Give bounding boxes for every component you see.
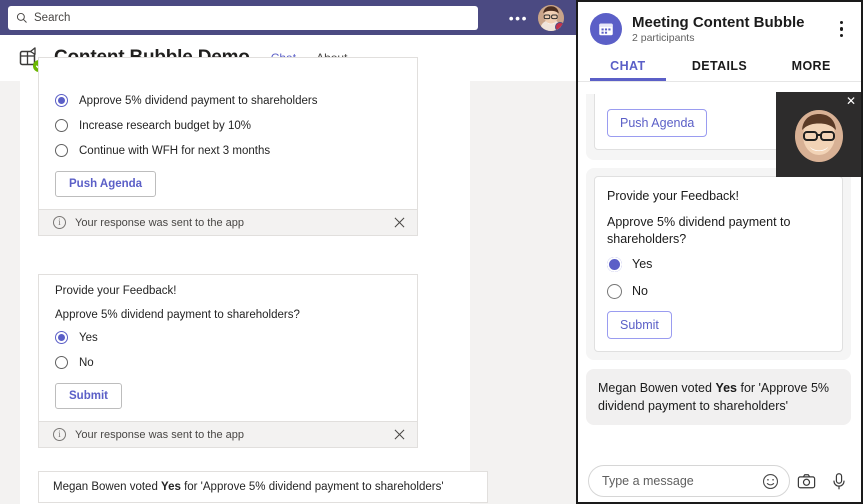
feedback-card-body: Provide your Feedback! Approve 5% divide… (39, 275, 417, 421)
tab-more[interactable]: MORE (765, 53, 857, 81)
microphone-icon[interactable] (823, 472, 855, 491)
agenda-card: Approve 5% dividend payment to sharehold… (38, 57, 418, 236)
close-icon[interactable] (394, 429, 405, 440)
kebab-dot (839, 27, 843, 31)
feedback-notice-text: Your response was sent to the app (75, 428, 244, 441)
tab-chat[interactable]: CHAT (582, 53, 674, 81)
feedback-option-label: No (79, 356, 94, 369)
agenda-option-label: Approve 5% dividend payment to sharehold… (79, 94, 318, 107)
message-compose-bar: Type a message (578, 460, 861, 502)
feedback-question: Approve 5% dividend payment to sharehold… (55, 309, 300, 321)
agenda-notice-bar: i Your response was sent to the app (39, 209, 417, 235)
vote-system-message: Megan Bowen voted Yes for 'Approve 5% di… (586, 368, 851, 425)
chat-column: Approve 5% dividend payment to sharehold… (20, 57, 576, 504)
radio-icon[interactable] (55, 144, 68, 157)
radio-icon[interactable] (607, 283, 622, 299)
more-options-button[interactable]: ••• (509, 11, 528, 25)
teams-mobile-window: Meeting Content Bubble 2 participants CH… (578, 0, 863, 504)
desktop-content-area: Approve 5% dividend payment to sharehold… (0, 57, 576, 504)
submit-button[interactable]: Submit (55, 383, 122, 409)
meeting-title-block: Meeting Content Bubble 2 participants (632, 14, 805, 44)
self-video-overlay[interactable]: ✕ (776, 92, 861, 177)
camera-glyph (797, 473, 816, 488)
close-icon[interactable] (394, 217, 405, 228)
teams-desktop-window: Search ••• Approve 5% dividend payment t… (0, 0, 578, 504)
screenshot-root: Search ••• Approve 5% dividend payment t… (0, 0, 863, 504)
feedback-title: Provide your Feedback! (607, 189, 740, 203)
agenda-notice-text: Your response was sent to the app (75, 216, 244, 229)
feedback-bubble: Provide your Feedback! Approve 5% divide… (586, 168, 851, 360)
message-placeholder: Type a message (602, 474, 694, 488)
self-video-avatar (794, 109, 843, 162)
feedback-option-label: Yes (632, 257, 653, 272)
kebab-menu-icon[interactable] (834, 17, 850, 42)
vote-message-value: Yes (715, 380, 738, 395)
mobile-tabs: CHAT DETAILS MORE (578, 53, 861, 81)
feedback-option-label: No (632, 284, 648, 299)
submit-button[interactable]: Submit (607, 310, 672, 339)
agenda-option-label: Increase research budget by 10% (79, 119, 251, 132)
meeting-avatar (590, 13, 622, 45)
vote-message-prefix: Megan Bowen voted (53, 481, 162, 493)
tabs-divider (578, 81, 861, 82)
meeting-title: Meeting Content Bubble (632, 13, 805, 31)
vote-message-suffix: for 'Approve 5% dividend payment to shar… (180, 481, 444, 493)
tab-details[interactable]: DETAILS (674, 53, 766, 81)
kebab-dot (839, 20, 843, 25)
vote-message-value: Yes (161, 481, 181, 493)
feedback-option-no[interactable]: No (607, 283, 830, 299)
search-icon (16, 12, 27, 23)
title-bar-actions: ••• (509, 4, 568, 31)
radio-icon[interactable] (55, 94, 68, 107)
feedback-title: Provide your Feedback! (55, 285, 177, 297)
info-icon: i (53, 216, 66, 229)
push-agenda-button[interactable]: Push Agenda (607, 109, 708, 137)
left-rail (0, 81, 20, 504)
message-input[interactable]: Type a message (588, 465, 790, 497)
mic-glyph (833, 472, 845, 489)
feedback-card: Provide your Feedback! Approve 5% divide… (38, 274, 418, 448)
calendar-icon (599, 23, 613, 36)
mobile-header: Meeting Content Bubble 2 participants (578, 2, 861, 53)
feedback-question: Approve 5% dividend payment to sharehold… (607, 214, 791, 246)
radio-icon[interactable] (55, 356, 68, 369)
agenda-option-2[interactable]: Continue with WFH for next 3 months (55, 144, 401, 157)
self-video-photo (794, 109, 843, 162)
radio-icon[interactable] (607, 256, 622, 272)
agenda-card-body: Approve 5% dividend payment to sharehold… (39, 58, 417, 209)
feedback-notice-bar: i Your response was sent to the app (39, 421, 417, 447)
push-agenda-button[interactable]: Push Agenda (55, 171, 157, 197)
feedback-option-yes[interactable]: Yes (55, 331, 401, 344)
title-bar: Search ••• (0, 0, 576, 35)
participant-count: 2 participants (632, 32, 695, 45)
vote-system-message: Megan Bowen voted Yes for 'Approve 5% di… (38, 471, 488, 503)
radio-icon[interactable] (55, 119, 68, 132)
vote-message-prefix: Megan Bowen voted (598, 380, 716, 395)
kebab-dot (839, 33, 843, 38)
agenda-option-0[interactable]: Approve 5% dividend payment to sharehold… (55, 94, 401, 107)
close-icon[interactable]: ✕ (846, 95, 856, 107)
info-icon: i (53, 428, 66, 441)
presence-busy-badge (555, 21, 564, 31)
agenda-option-label: Continue with WFH for next 3 months (79, 144, 271, 157)
feedback-option-no[interactable]: No (55, 356, 401, 369)
feedback-card: Provide your Feedback! Approve 5% divide… (594, 176, 843, 352)
camera-icon[interactable] (790, 472, 823, 491)
feedback-option-label: Yes (79, 331, 98, 344)
emoji-smiley-icon[interactable] (762, 473, 779, 490)
avatar[interactable] (538, 4, 564, 31)
radio-icon[interactable] (55, 331, 68, 344)
search-input[interactable]: Search (8, 5, 478, 30)
agenda-option-1[interactable]: Increase research budget by 10% (55, 119, 401, 132)
feedback-option-yes[interactable]: Yes (607, 256, 830, 272)
search-placeholder: Search (34, 11, 71, 24)
